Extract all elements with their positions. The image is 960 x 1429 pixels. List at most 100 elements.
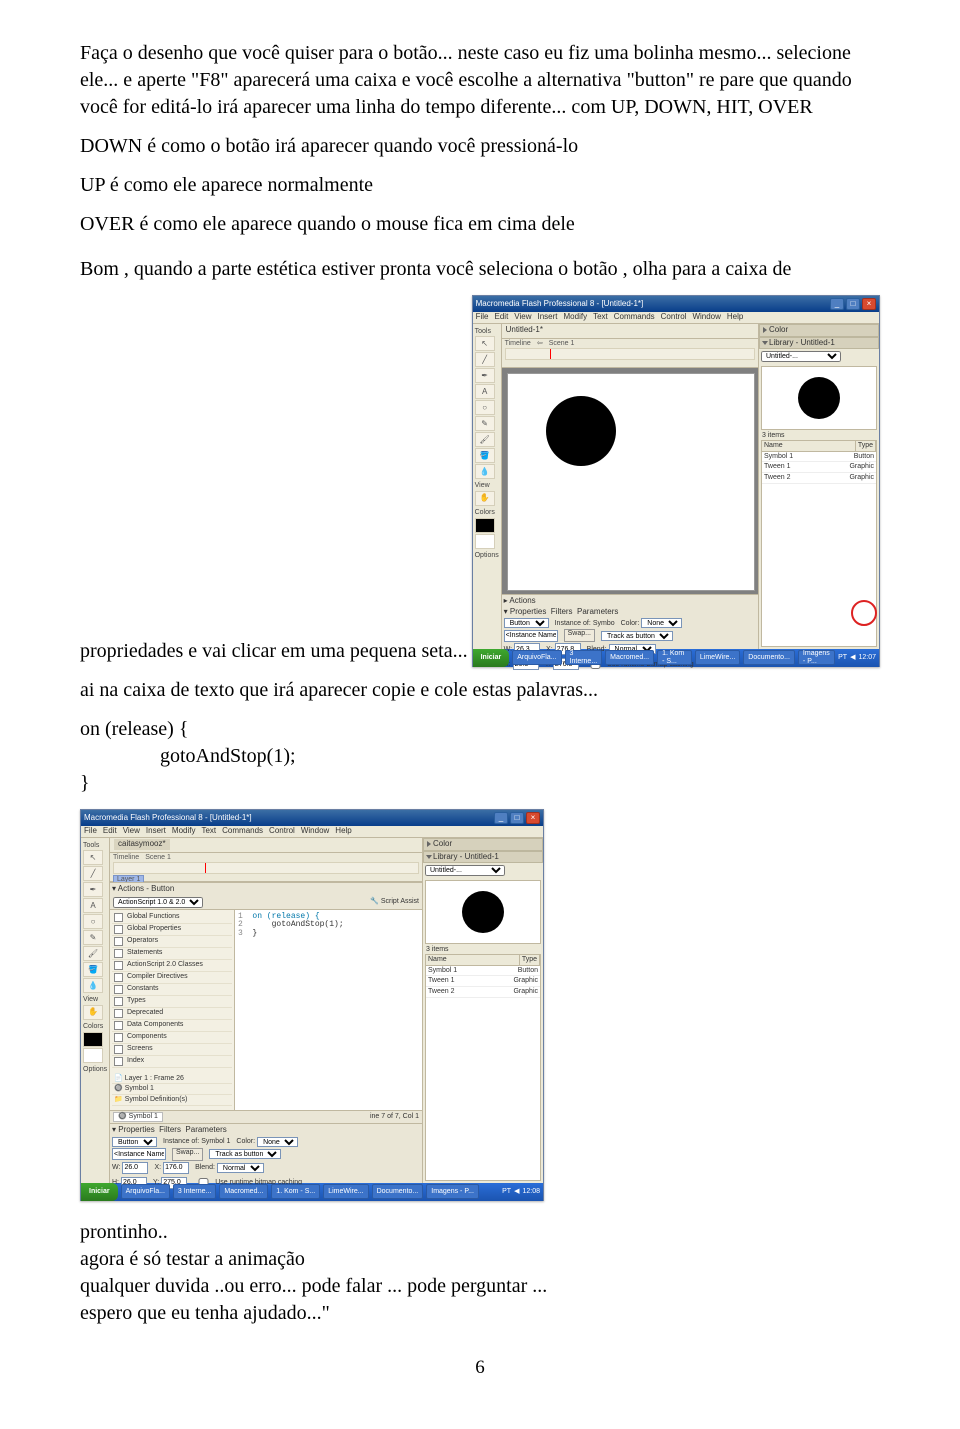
script-tab[interactable]: 🔘 Symbol 1 (113, 1112, 163, 1122)
pencil-tool-icon[interactable]: ✎ (83, 930, 103, 945)
bucket-tool-icon[interactable]: 🪣 (83, 962, 103, 977)
task-button[interactable]: Documento... (743, 650, 795, 665)
menu-item[interactable]: Text (201, 827, 216, 836)
menu-item[interactable]: File (476, 313, 489, 322)
script-assist-button[interactable]: Script Assist (381, 898, 419, 905)
start-button[interactable]: Iniciar (473, 649, 510, 667)
actions-collapsed[interactable]: Actions (509, 596, 535, 605)
as-group[interactable]: ActionScript 2.0 Classes (112, 960, 232, 972)
minimize-icon[interactable]: _ (494, 812, 508, 824)
as-group[interactable]: Screens (112, 1044, 232, 1056)
library-doc-select[interactable]: Untitled-... (761, 351, 841, 362)
as-group[interactable]: Components (112, 1032, 232, 1044)
task-button[interactable]: LimeWire... (323, 1184, 368, 1199)
task-button[interactable]: Documento... (372, 1184, 424, 1199)
brush-tool-icon[interactable]: 🖌 (475, 432, 495, 447)
task-button[interactable]: 3 Interne... (173, 1184, 216, 1199)
track-select[interactable]: Track as button (601, 631, 673, 641)
maximize-icon[interactable]: □ (846, 298, 860, 310)
menu-item[interactable]: Edit (495, 313, 509, 322)
task-button[interactable]: ArquivoFla... (512, 650, 561, 665)
instance-name-input[interactable] (112, 1148, 166, 1160)
close-icon[interactable]: × (862, 298, 876, 310)
as-group[interactable]: Types (112, 996, 232, 1008)
script-nav-item[interactable]: 🔘 Symbol 1 (112, 1084, 232, 1095)
script-editor[interactable]: 1 on (release) { 2 gotoAndStop(1); 3 } (235, 910, 422, 1111)
task-button[interactable]: 1. Kom - S... (657, 650, 692, 665)
scene-label[interactable]: Scene 1 (549, 340, 575, 348)
as-group[interactable]: Compiler Directives (112, 972, 232, 984)
selection-tool-icon[interactable]: ↖ (475, 336, 495, 351)
library-panel-title[interactable]: Library - Untitled-1 (433, 853, 499, 862)
close-icon[interactable]: × (526, 812, 540, 824)
menu-item[interactable]: Control (661, 313, 687, 322)
menu-item[interactable]: View (123, 827, 140, 836)
library-item[interactable]: Symbol 1Button (762, 452, 876, 463)
start-button[interactable]: Iniciar (81, 1183, 118, 1201)
library-item[interactable]: Tween 2Graphic (762, 473, 876, 484)
as-group[interactable]: Index (112, 1056, 232, 1068)
as-group[interactable]: Operators (112, 936, 232, 948)
actions-panel-title[interactable]: Actions - Button (118, 884, 174, 893)
menu-item[interactable]: Window (692, 313, 720, 322)
maximize-icon[interactable]: □ (510, 812, 524, 824)
scene-label[interactable]: Scene 1 (145, 854, 171, 862)
stage-area[interactable] (502, 368, 758, 594)
as-group[interactable]: Statements (112, 948, 232, 960)
menu-item[interactable]: View (514, 313, 531, 322)
oval-tool-icon[interactable]: ○ (83, 914, 103, 929)
symbol-type-select[interactable]: Button (112, 1137, 157, 1147)
task-button[interactable]: Macromed... (219, 1184, 268, 1199)
brush-tool-icon[interactable]: 🖌 (83, 946, 103, 961)
as-version-select[interactable]: ActionScript 1.0 & 2.0 (113, 897, 203, 908)
library-item[interactable]: Tween 1Graphic (762, 462, 876, 473)
stroke-swatch[interactable] (475, 518, 495, 533)
color-select[interactable]: None (641, 618, 682, 628)
pencil-tool-icon[interactable]: ✎ (475, 416, 495, 431)
bucket-tool-icon[interactable]: 🪣 (475, 448, 495, 463)
as-group[interactable]: Data Components (112, 1020, 232, 1032)
task-button[interactable]: Imagens - P... (426, 1184, 479, 1199)
tray-lang[interactable]: PT (502, 1188, 511, 1196)
track-select[interactable]: Track as button (209, 1149, 281, 1159)
menu-item[interactable]: Help (335, 827, 351, 836)
blend-select[interactable]: Normal (217, 1163, 264, 1173)
task-button[interactable]: LimeWire... (695, 650, 740, 665)
document-tab[interactable]: Untitled-1* (506, 326, 543, 335)
line-tool-icon[interactable]: ╱ (475, 352, 495, 367)
menu-item[interactable]: Window (301, 827, 329, 836)
menu-item[interactable]: Insert (146, 827, 166, 836)
filters-tab[interactable]: Filters (551, 607, 573, 616)
hand-tool-icon[interactable]: ✋ (83, 1005, 103, 1020)
width-input[interactable] (122, 1162, 148, 1174)
line-tool-icon[interactable]: ╱ (83, 866, 103, 881)
library-item[interactable]: Symbol 1Button (426, 966, 540, 977)
tray-lang[interactable]: PT (838, 654, 847, 662)
menu-item[interactable]: Modify (172, 827, 196, 836)
as-group[interactable]: Global Functions (112, 912, 232, 924)
swap-button[interactable]: Swap... (564, 629, 595, 642)
library-list[interactable]: NameType Symbol 1Button Tween 1Graphic T… (425, 954, 541, 1181)
eyedropper-tool-icon[interactable]: 💧 (475, 464, 495, 479)
script-nav-item[interactable]: 📄 Layer 1 : Frame 26 (112, 1074, 232, 1085)
document-tab[interactable]: caitasymooz* (114, 839, 170, 850)
stroke-swatch[interactable] (83, 1032, 103, 1047)
library-item[interactable]: Tween 1Graphic (426, 976, 540, 987)
color-panel-title[interactable]: Color (433, 840, 452, 849)
menu-item[interactable]: Commands (614, 313, 655, 322)
x-input[interactable] (163, 1162, 189, 1174)
actions-toolbox[interactable]: Global Functions Global Properties Opera… (110, 910, 235, 1111)
timeline-ruler[interactable] (113, 862, 419, 874)
menu-item[interactable]: Edit (103, 827, 117, 836)
task-button[interactable]: ArquivoFla... (121, 1184, 170, 1199)
task-button[interactable]: 1. Kom - S... (271, 1184, 320, 1199)
selection-tool-icon[interactable]: ↖ (83, 850, 103, 865)
menu-item[interactable]: Text (593, 313, 608, 322)
script-nav-item[interactable]: 📁 Symbol Definition(s) (112, 1095, 232, 1106)
pen-tool-icon[interactable]: ✒ (83, 882, 103, 897)
task-button[interactable]: Imagens - P... (798, 650, 835, 665)
color-panel-title[interactable]: Color (769, 326, 788, 335)
symbol-type-select[interactable]: Button (504, 618, 549, 628)
text-tool-icon[interactable]: A (475, 384, 495, 399)
parameters-tab[interactable]: Parameters (577, 607, 618, 616)
